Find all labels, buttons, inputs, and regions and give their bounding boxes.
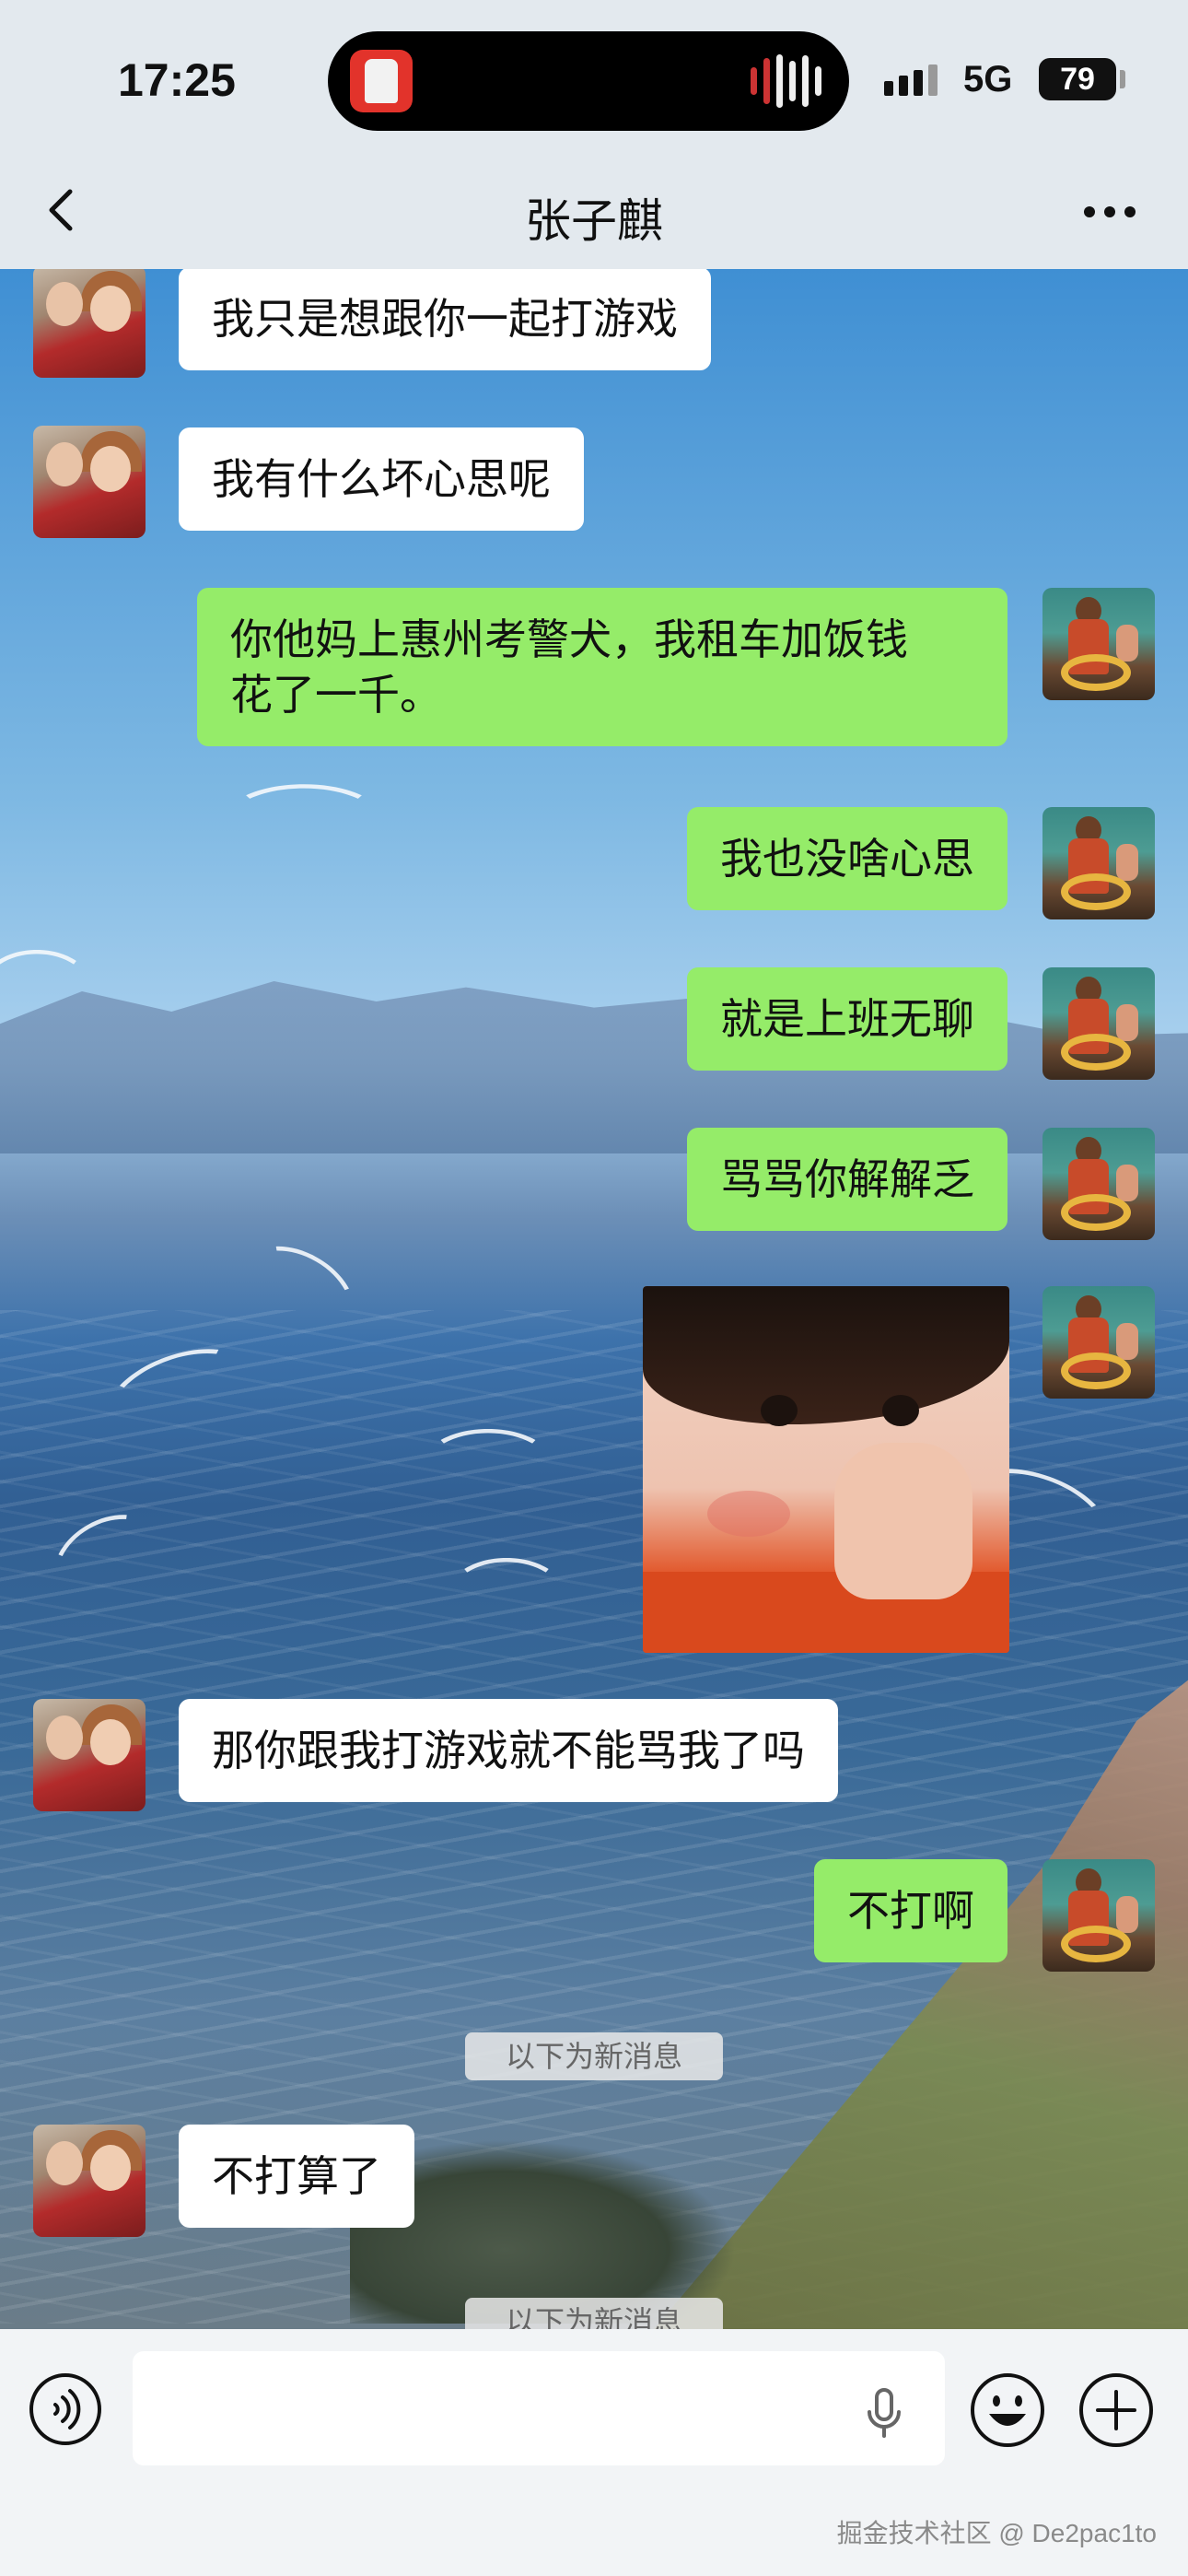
message-bubble[interactable]: 不打算了 — [179, 2125, 414, 2228]
audio-wave-icon — [751, 53, 821, 109]
plus-icon[interactable] — [1077, 2371, 1155, 2449]
message-list[interactable]: 我只是想跟你一起打游戏 我有什么坏心思呢 你他妈上惠州考警犬，我租车加饭钱 花了… — [0, 269, 1188, 2329]
battery-cap — [1120, 70, 1125, 88]
dynamic-island — [328, 31, 849, 131]
my-avatar[interactable] — [1042, 1286, 1155, 1399]
friend-avatar[interactable] — [33, 426, 146, 538]
my-avatar[interactable] — [1042, 588, 1155, 700]
chat-header: 张子麒 — [0, 157, 1188, 269]
battery-icon: 79 — [1039, 58, 1116, 100]
message-bubble[interactable]: 我只是想跟你一起打游戏 — [179, 269, 711, 370]
message-bubble[interactable]: 你他妈上惠州考警犬，我租车加饭钱 花了一千。 — [197, 588, 1007, 746]
status-time: 17:25 — [118, 54, 236, 106]
my-avatar[interactable] — [1042, 1128, 1155, 1240]
cellular-signal-icon — [884, 64, 938, 96]
voice-icon[interactable] — [28, 2371, 103, 2447]
input-bar: 掘金技术社区 @ De2pac1to — [0, 2329, 1188, 2576]
message-bubble[interactable]: 我有什么坏心思呢 — [179, 427, 584, 531]
message-bubble[interactable]: 不打啊 — [814, 1859, 1007, 1962]
message-bubble[interactable]: 骂骂你解解乏 — [687, 1128, 1007, 1231]
new-messages-divider: 以下为新消息 — [464, 2032, 724, 2080]
network-type: 5G — [963, 59, 1013, 100]
message-bubble[interactable]: 就是上班无聊 — [687, 967, 1007, 1071]
status-bar: 17:25 5G 79 — [0, 0, 1188, 157]
mic-icon[interactable] — [856, 2384, 912, 2440]
watermark: 掘金技术社区 @ De2pac1to — [836, 2519, 1157, 2547]
chat-title: 张子麒 — [525, 194, 663, 248]
friend-avatar[interactable] — [33, 2125, 146, 2237]
message-bubble[interactable]: 那你跟我打游戏就不能骂我了吗 — [179, 1699, 838, 1802]
my-avatar[interactable] — [1042, 1859, 1155, 1972]
my-avatar[interactable] — [1042, 807, 1155, 919]
my-avatar[interactable] — [1042, 967, 1155, 1080]
friend-avatar[interactable] — [33, 269, 146, 378]
sticker-image[interactable] — [643, 1286, 1009, 1653]
friend-avatar[interactable] — [33, 1699, 146, 1811]
more-icon[interactable] — [1077, 184, 1142, 240]
message-input[interactable] — [133, 2351, 945, 2465]
new-messages-divider: 以下为新消息 — [464, 2298, 724, 2329]
island-app-icon — [350, 50, 413, 112]
emoji-icon[interactable] — [969, 2371, 1046, 2449]
message-bubble[interactable]: 我也没啥心思 — [687, 807, 1007, 910]
